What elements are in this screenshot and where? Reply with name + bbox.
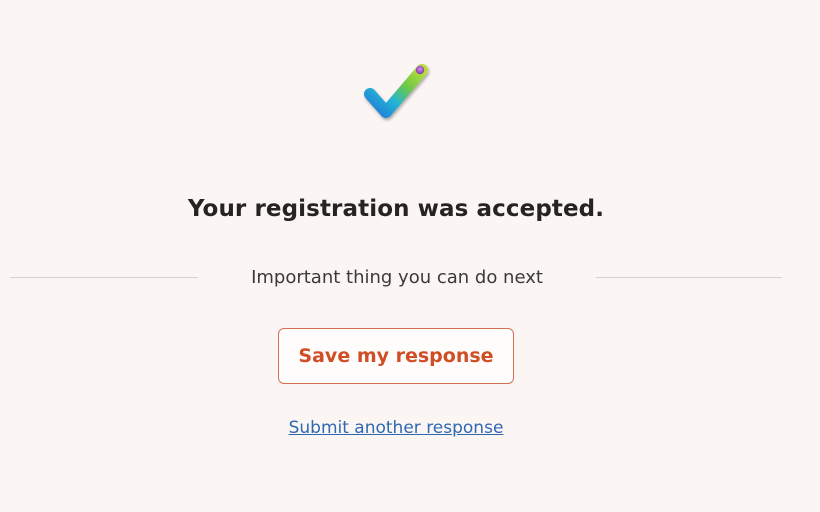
next-steps-divider: Important thing you can do next [0,264,820,294]
save-response-button[interactable]: Save my response [278,328,514,384]
checkmark-icon [364,64,428,118]
submit-another-response-link[interactable]: Submit another response [0,418,792,438]
confirmation-title: Your registration was accepted. [187,196,605,222]
divider-line-left [10,277,198,278]
confirmation-page: Your registration was accepted. Importan… [0,0,820,512]
divider-line-right [596,277,782,278]
next-steps-label: Important thing you can do next [251,267,543,288]
